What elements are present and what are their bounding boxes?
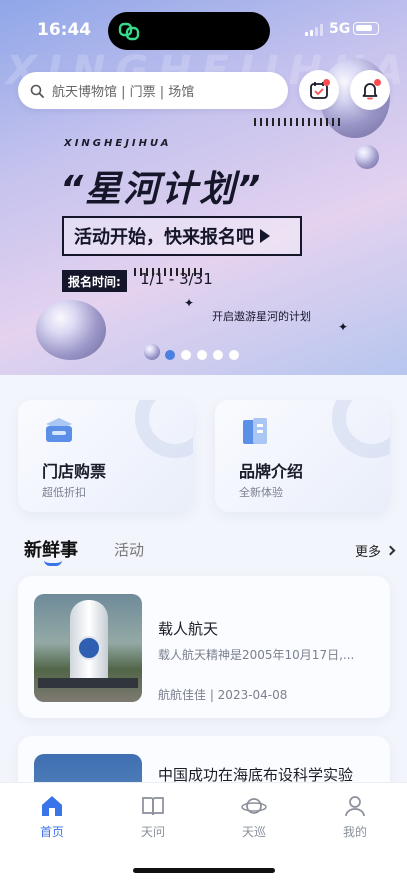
arrow-right-icon (260, 229, 270, 243)
card-subtitle: 超低折扣 (42, 486, 86, 499)
nav-tianxun[interactable]: 天巡 (224, 793, 284, 840)
poster-slogan-box: 活动开始，快来报名吧 (62, 216, 302, 256)
sparkle-icon: ✦ (338, 320, 349, 334)
card-decor (135, 400, 193, 458)
nav-label: 首页 (39, 825, 64, 839)
card-decor (332, 400, 390, 458)
card-subtitle: 全新体验 (239, 486, 283, 499)
carousel-dot[interactable] (197, 350, 207, 360)
decor-blob (355, 145, 379, 169)
nav-home[interactable]: 首页 (22, 793, 82, 840)
decor-stripes (254, 118, 344, 126)
feature-cards: 门店购票 超低折扣 品牌介绍 全新体验 (18, 400, 390, 512)
news-title: 载人航天 (158, 620, 219, 638)
ticket-box-icon (46, 418, 72, 442)
card-title: 品牌介绍 (239, 462, 304, 481)
decor-blob (144, 344, 160, 360)
brand-book-icon (243, 418, 267, 444)
store-ticket-card[interactable]: 门店购票 超低折扣 (18, 400, 193, 512)
poster-subtitle: 开启遨游星河的计划 (212, 310, 311, 323)
link-icon (118, 22, 140, 41)
news-description: 载人航天精神是2005年10月17日,... (158, 648, 355, 662)
search-bar[interactable]: 航天博物馆 | 门票 | 场馆 (18, 72, 288, 109)
brand-intro-card[interactable]: 品牌介绍 全新体验 (215, 400, 390, 512)
signal-icon (305, 24, 323, 36)
banner-poster: XINGHEJIHUA “星河计划” 活动开始，快来报名吧 报名时间: 1/1 … (34, 110, 354, 340)
news-item[interactable]: 载人航天 载人航天精神是2005年10月17日,... 航航佳佳 | 2023-… (18, 576, 390, 718)
card-title: 门店购票 (42, 462, 107, 481)
nav-label: 我的 (342, 825, 367, 839)
space-emblem (77, 636, 101, 660)
tab-active-indicator (44, 560, 62, 566)
carousel-dot[interactable] (213, 350, 223, 360)
checkin-button[interactable] (299, 70, 339, 110)
decor-stripes (134, 268, 204, 276)
transport-vehicle (38, 678, 138, 688)
nav-label: 天巡 (241, 825, 266, 839)
poster-brand: XINGHEJIHUA (64, 138, 172, 149)
nav-label: 天问 (140, 825, 165, 839)
dynamic-island (108, 12, 270, 50)
book-icon (142, 797, 164, 816)
news-meta: 航航佳佳 | 2023-04-08 (158, 688, 288, 702)
carousel-dot[interactable] (165, 350, 175, 360)
poster-slogan: 活动开始，快来报名吧 (74, 227, 254, 248)
network-type: 5G (329, 21, 351, 37)
search-icon (30, 84, 44, 98)
news-tabs: 新鲜事 活动 更多 (24, 536, 396, 568)
notification-dot (374, 79, 381, 86)
home-indicator (133, 868, 275, 873)
notifications-button[interactable] (350, 70, 390, 110)
poster-title: “星河计划” (60, 169, 263, 210)
nav-tianwen[interactable]: 天问 (123, 793, 183, 840)
tab-news[interactable]: 新鲜事 (24, 536, 78, 562)
tab-activities[interactable]: 活动 (114, 539, 144, 560)
status-bar: 16:44 5G (0, 0, 407, 60)
planet-icon (241, 798, 267, 814)
chevron-right-icon (385, 545, 396, 556)
more-link[interactable]: 更多 (354, 541, 396, 560)
poster-date-label: 报名时间: (62, 270, 127, 292)
status-time: 16:44 (37, 20, 92, 40)
home-icon (42, 796, 62, 816)
search-placeholder: 航天博物馆 | 门票 | 场馆 (52, 85, 195, 100)
nav-profile[interactable]: 我的 (325, 793, 385, 840)
carousel-dot[interactable] (229, 350, 239, 360)
more-label: 更多 (354, 545, 381, 560)
carousel-indicator[interactable] (165, 350, 239, 360)
news-thumbnail (34, 594, 142, 702)
battery-icon (353, 22, 379, 35)
carousel-dot[interactable] (181, 350, 191, 360)
notification-dot (323, 79, 330, 86)
sparkle-icon: ✦ (184, 296, 195, 310)
user-icon (345, 796, 365, 817)
